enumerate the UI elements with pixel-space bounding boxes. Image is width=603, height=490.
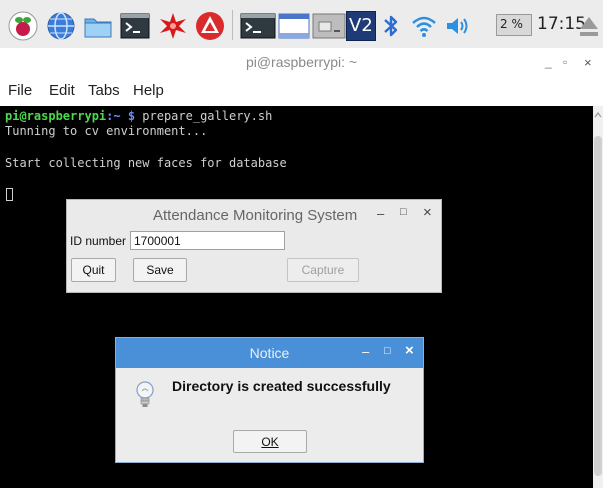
eject-icon[interactable]	[578, 11, 600, 41]
cpu-monitor[interactable]: 2 %	[496, 14, 532, 36]
terminal-cursor	[6, 188, 13, 201]
terminal-minimize-icon[interactable]: _	[545, 55, 552, 69]
id-number-label: ID number	[70, 234, 127, 248]
terminal-menubar: File Edit Tabs Help	[0, 76, 603, 106]
id-number-value: 1700001	[134, 234, 181, 248]
menu-file[interactable]: File	[8, 82, 32, 99]
attendance-window: Attendance Monitoring System – □ × ID nu…	[66, 199, 442, 293]
prompt-path: :~ $	[106, 109, 136, 123]
menu-edit[interactable]: Edit	[49, 82, 75, 99]
terminal-title: pi@raspberrypi: ~	[245, 54, 358, 70]
attendance-title: Attendance Monitoring System	[153, 207, 358, 224]
terminal-window-button[interactable]	[240, 11, 276, 41]
minimized-window-button[interactable]	[312, 11, 346, 41]
menu-tabs[interactable]: Tabs	[88, 82, 120, 99]
ok-button[interactable]: OK	[233, 430, 307, 453]
quit-button[interactable]: Quit	[71, 258, 116, 282]
terminal-line-2: Tunning to cv environment...	[5, 124, 208, 138]
web-browser-icon[interactable]	[46, 11, 76, 41]
taskbar: V2 2 % 17:15	[0, 0, 603, 48]
quit-label: Quit	[82, 263, 105, 277]
file-manager-icon[interactable]	[83, 11, 113, 41]
notice-titlebar[interactable]: Notice	[116, 338, 423, 368]
notice-message: Directory is created successfully	[172, 378, 391, 394]
notice-maximize-icon[interactable]: □	[384, 345, 391, 357]
notice-dialog: Notice – □ × Directory is created succes…	[115, 337, 424, 463]
notice-title: Notice	[249, 345, 290, 361]
volume-icon[interactable]	[444, 11, 470, 41]
vnc-label: V2	[349, 15, 373, 36]
taskbar-separator	[232, 10, 233, 40]
capture-button[interactable]: Capture	[287, 258, 359, 282]
prompt-user: pi@raspberrypi	[5, 109, 107, 123]
ok-label: OK	[261, 435, 279, 449]
vnc-server-icon[interactable]: V2	[346, 11, 376, 41]
terminal-maximize-icon[interactable]: ▫	[563, 55, 567, 69]
notice-minimize-icon[interactable]: –	[362, 344, 369, 359]
attendance-close-icon[interactable]: ×	[423, 204, 432, 221]
scrollbar-thumb[interactable]	[594, 136, 602, 476]
save-label: Save	[146, 263, 174, 277]
menu-help[interactable]: Help	[133, 82, 164, 99]
scroll-up-icon[interactable]	[593, 108, 603, 122]
terminal-close-icon[interactable]: ×	[584, 55, 592, 70]
attendance-maximize-icon[interactable]: □	[400, 206, 407, 218]
lightbulb-icon	[134, 378, 156, 412]
save-button[interactable]: Save	[133, 258, 187, 282]
blank-window-button[interactable]	[278, 11, 310, 41]
attendance-minimize-icon[interactable]: –	[377, 206, 384, 221]
bluetooth-icon[interactable]	[380, 11, 402, 41]
terminal-line-command: pi@raspberrypi:~ $ prepare_gallery.sh	[5, 109, 272, 123]
terminal-line-3: Start collecting new faces for database	[5, 156, 287, 170]
capture-label: Capture	[301, 263, 345, 277]
wolfram-icon[interactable]	[158, 11, 188, 41]
cpu-usage-label: 2 %	[500, 17, 523, 31]
id-number-input[interactable]: 1700001	[130, 231, 285, 250]
terminal-scrollbar[interactable]	[593, 106, 603, 488]
notice-close-icon[interactable]: ×	[405, 342, 414, 359]
command-text: prepare_gallery.sh	[135, 109, 273, 123]
terminal-titlebar[interactable]: pi@raspberrypi: ~	[0, 48, 603, 76]
mathematica-icon[interactable]	[195, 11, 225, 41]
wifi-icon[interactable]	[410, 11, 438, 41]
raspberry-menu-icon[interactable]	[8, 11, 38, 41]
terminal-icon[interactable]	[120, 11, 150, 41]
